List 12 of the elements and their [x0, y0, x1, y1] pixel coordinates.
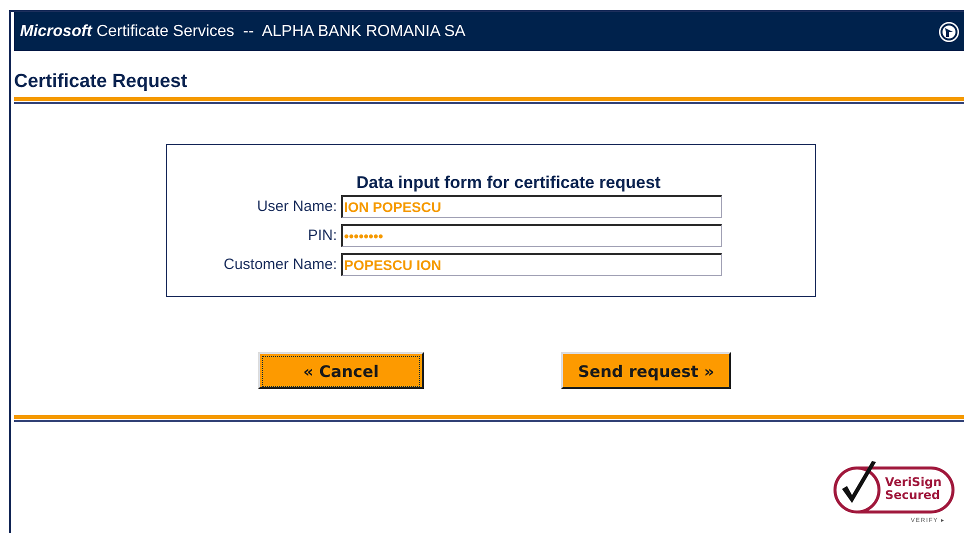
- field-label: User Name:: [256, 198, 338, 215]
- form-button[interactable]: Send request »: [561, 352, 732, 389]
- field-label: Customer Name:: [222, 256, 338, 273]
- badge-text: Secured: [885, 489, 940, 502]
- page-title: Certificate Request: [14, 71, 188, 93]
- verisign-badge[interactable]: VeriSign Secured: [831, 456, 955, 516]
- form-heading: Data input form for certificate request: [355, 173, 662, 193]
- field-label: PIN:: [306, 227, 338, 244]
- badge-text: VeriSign: [885, 476, 942, 489]
- home-icon[interactable]: [938, 20, 960, 42]
- form-button[interactable]: « Cancel: [258, 352, 424, 389]
- header-title: Microsoft Certificate Services -- ALPHA BANK ROMANIA SA: [20, 22, 466, 40]
